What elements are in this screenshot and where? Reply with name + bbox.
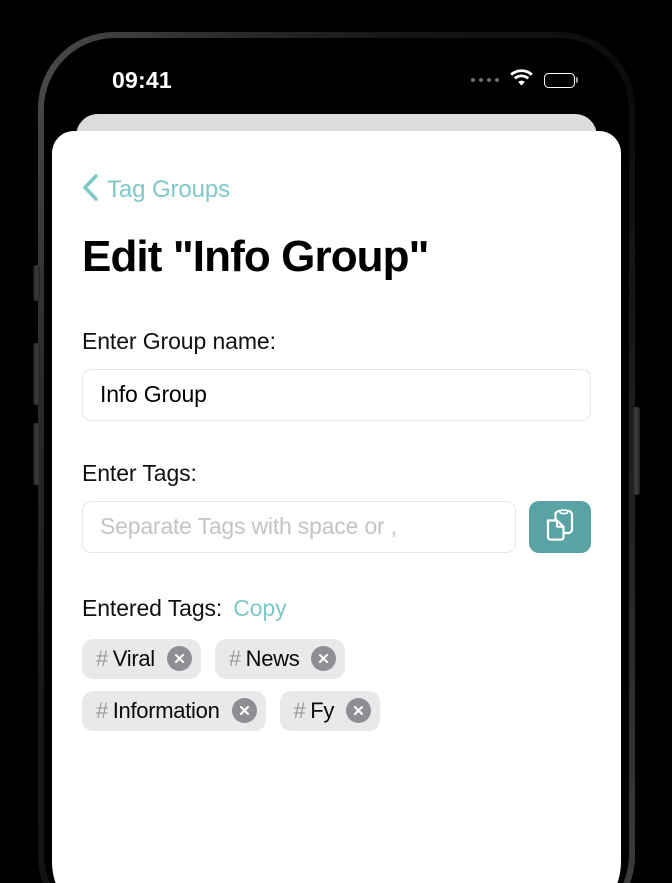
entered-tags-list: # Viral # News # Information # Fy	[82, 638, 482, 731]
tag-remove-button[interactable]	[346, 698, 372, 724]
status-bar: 09:41	[52, 46, 621, 104]
battery-full-icon	[544, 72, 578, 88]
tag-chip-label: Information	[112, 697, 220, 723]
chevron-left-icon	[82, 174, 98, 206]
page-title: Edit "Info Group"	[82, 232, 429, 281]
phone-screen: 09:41 Tag Groups Edit "Info Group" Enter…	[52, 46, 621, 883]
modal-sheet: Tag Groups Edit "Info Group" Enter Group…	[52, 131, 621, 883]
copy-tags-link[interactable]: Copy	[233, 595, 286, 622]
tag-remove-button[interactable]	[166, 646, 192, 672]
entered-tags-header: Entered Tags: Copy	[82, 595, 591, 622]
tag-chip-label: News	[245, 645, 300, 671]
power-button[interactable]	[633, 407, 640, 495]
tag-chip: # Information	[82, 690, 266, 731]
close-circle-icon	[174, 653, 184, 664]
entered-tags-label: Entered Tags:	[82, 594, 223, 621]
group-name-label: Enter Group name:	[82, 327, 276, 354]
back-button[interactable]: Tag Groups	[82, 174, 230, 206]
mute-switch-button[interactable]	[33, 265, 40, 301]
status-bar-indicators	[470, 69, 578, 91]
screenshot-stage: 09:41 Tag Groups Edit "Info Group" Enter…	[0, 0, 672, 883]
paste-button[interactable]	[529, 500, 591, 553]
close-circle-icon	[319, 653, 329, 664]
tag-remove-button[interactable]	[311, 646, 337, 672]
status-bar-time: 09:41	[112, 66, 172, 93]
tag-chip: # Fy	[279, 690, 381, 731]
cellular-dots-icon	[470, 77, 499, 83]
volume-down-button[interactable]	[33, 423, 40, 485]
tag-chip: # Viral	[82, 638, 201, 679]
tag-hash-symbol: #	[96, 697, 108, 723]
volume-up-button[interactable]	[33, 343, 40, 405]
tags-input[interactable]	[82, 500, 516, 553]
tag-hash-symbol: #	[228, 645, 241, 671]
tag-hash-symbol: #	[293, 697, 306, 723]
tag-hash-symbol: #	[96, 645, 108, 671]
back-button-label: Tag Groups	[107, 176, 231, 203]
tags-label: Enter Tags:	[82, 459, 197, 486]
close-circle-icon	[239, 705, 249, 716]
paste-doc-icon	[546, 509, 574, 544]
close-circle-icon	[354, 705, 364, 716]
group-name-input[interactable]	[82, 368, 591, 421]
tag-remove-button[interactable]	[231, 698, 257, 724]
wifi-icon	[510, 69, 533, 91]
tag-chip-label: Viral	[112, 645, 155, 671]
tag-chip: # News	[214, 638, 346, 679]
tags-input-row	[82, 487, 591, 553]
tag-chip-label: Fy	[310, 697, 335, 723]
